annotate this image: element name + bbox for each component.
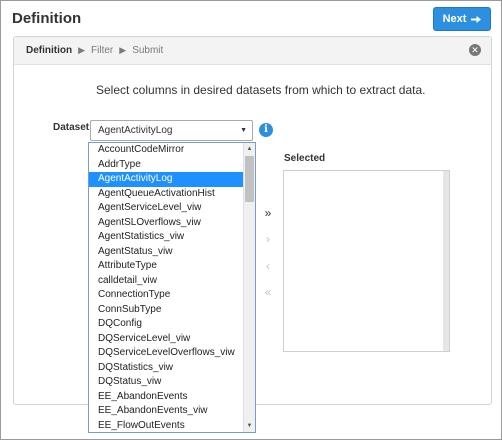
dropdown-scrollbar[interactable]: ▲ ▼ <box>243 143 255 432</box>
dropdown-option[interactable]: AgentStatistics_viw <box>89 230 243 245</box>
remove-all-button[interactable]: « <box>260 284 276 300</box>
breadcrumb-step-definition[interactable]: Definition <box>26 45 72 56</box>
scrollbar-thumb[interactable] <box>245 156 254 202</box>
dropdown-option[interactable]: AgentServiceLevel_viw <box>89 201 243 216</box>
wizard-window: Definition Next Definition ▶ Filter ▶ Su… <box>0 0 502 440</box>
dropdown-options: AccountCodeMirror AddrType AgentActivity… <box>89 143 243 433</box>
dropdown-option-selected[interactable]: AgentActivityLog <box>89 172 243 187</box>
breadcrumb: Definition ▶ Filter ▶ Submit ✕ <box>14 37 491 65</box>
dropdown-option[interactable]: DQServiceLevel_viw <box>89 332 243 347</box>
next-button-label: Next <box>442 13 467 25</box>
selected-label: Selected <box>284 153 326 164</box>
dropdown-option[interactable]: AgentSLOverflows_viw <box>89 216 243 231</box>
scroll-up-icon[interactable]: ▲ <box>244 143 255 155</box>
instructions-text: Select columns in desired datasets from … <box>96 83 426 97</box>
scroll-down-icon[interactable]: ▼ <box>244 420 255 432</box>
dataset-select[interactable]: AgentActivityLog ▼ <box>90 120 253 141</box>
caret-down-icon: ▼ <box>240 127 247 134</box>
dropdown-option[interactable]: DQStatistics_viw <box>89 361 243 376</box>
close-icon[interactable]: ✕ <box>469 44 481 56</box>
dropdown-option[interactable]: EE_FlowOutEvents <box>89 419 243 433</box>
selected-scrollbar[interactable] <box>443 171 449 351</box>
dropdown-option[interactable]: AgentStatus_viw <box>89 245 243 260</box>
dataset-dropdown-list[interactable]: AccountCodeMirror AddrType AgentActivity… <box>88 142 256 433</box>
add-all-button[interactable]: » <box>260 205 276 221</box>
chevron-right-icon: ▶ <box>119 45 127 55</box>
dropdown-option[interactable]: AgentQueueActivationHist <box>89 187 243 202</box>
info-icon[interactable]: i <box>259 123 273 137</box>
dropdown-option[interactable]: calldetail_viw <box>89 274 243 289</box>
dropdown-option[interactable]: EE_AbandonEvents_viw <box>89 404 243 419</box>
remove-button[interactable]: ‹ <box>260 258 276 274</box>
dropdown-option[interactable]: AccountCodeMirror <box>89 143 243 158</box>
dropdown-option[interactable]: DQServiceLevelOverflows_viw <box>89 346 243 361</box>
add-button[interactable]: › <box>260 231 276 247</box>
dropdown-option[interactable]: EE_AbandonEvents <box>89 390 243 405</box>
dropdown-option[interactable]: DQConfig <box>89 317 243 332</box>
dropdown-option[interactable]: DQStatus_viw <box>89 375 243 390</box>
page-title: Definition <box>12 10 82 27</box>
breadcrumb-step-submit[interactable]: Submit <box>132 45 163 56</box>
dropdown-option[interactable]: AddrType <box>89 158 243 173</box>
dropdown-option[interactable]: ConnectionType <box>89 288 243 303</box>
breadcrumb-step-filter[interactable]: Filter <box>91 45 113 56</box>
dataset-select-value: AgentActivityLog <box>98 125 173 136</box>
dataset-label: Dataset <box>53 122 90 133</box>
arrow-right-icon <box>471 15 482 23</box>
selected-columns-list[interactable] <box>283 170 450 352</box>
dropdown-option[interactable]: AttributeType <box>89 259 243 274</box>
dropdown-option[interactable]: ConnSubType <box>89 303 243 318</box>
chevron-right-icon: ▶ <box>78 45 86 55</box>
next-button[interactable]: Next <box>433 7 491 31</box>
